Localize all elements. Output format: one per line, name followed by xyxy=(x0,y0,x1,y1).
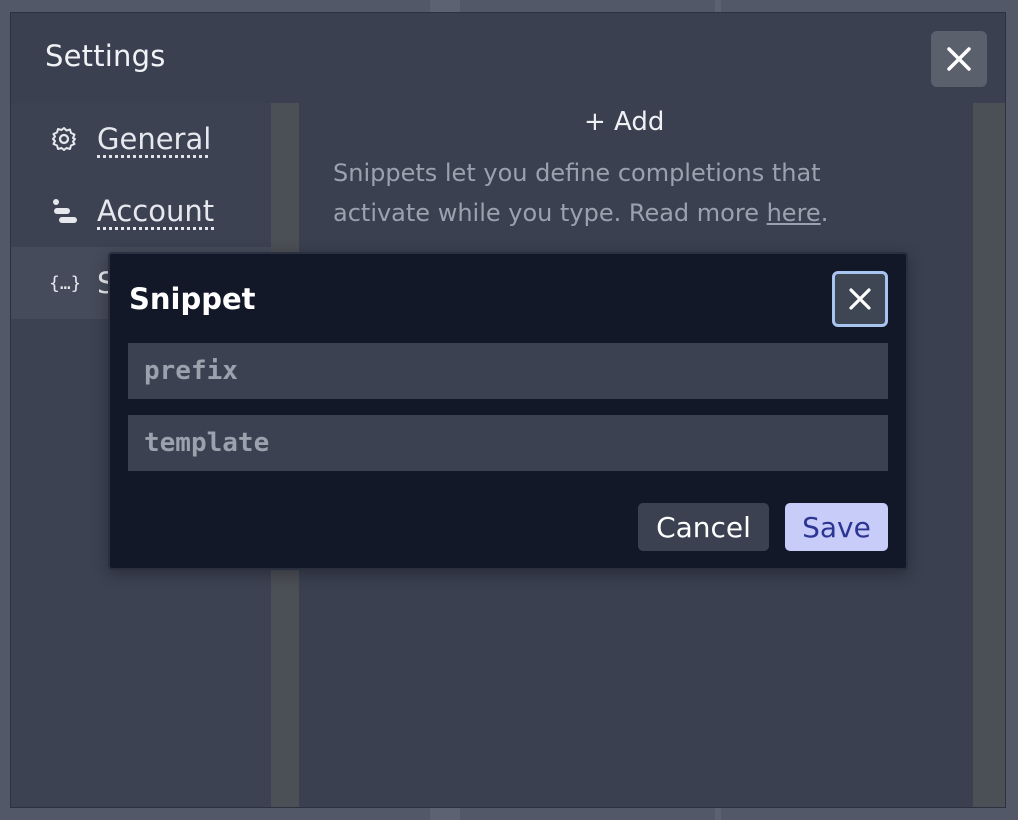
settings-header: Settings xyxy=(11,13,1005,103)
sidebar-item-label: General xyxy=(97,122,212,156)
gear-icon xyxy=(49,124,79,154)
settings-close-button[interactable] xyxy=(931,31,987,87)
close-icon xyxy=(947,47,971,71)
snippets-description: Snippets let you define completions that… xyxy=(333,153,893,233)
save-button[interactable]: Save xyxy=(785,503,888,551)
close-icon xyxy=(849,288,871,310)
sidebar-item-general[interactable]: General xyxy=(11,103,271,175)
snippets-icon: {…} xyxy=(49,268,79,298)
template-input[interactable] xyxy=(128,415,888,471)
description-text: Snippets let you define completions that… xyxy=(333,159,821,227)
sidebar-item-account[interactable]: Account xyxy=(11,175,271,247)
svg-text:{…}: {…} xyxy=(49,273,79,294)
main-scrollbar[interactable] xyxy=(973,103,1005,807)
description-period: . xyxy=(820,199,829,227)
snippet-dialog: Snippet Cancel Save xyxy=(108,252,908,570)
prefix-input[interactable] xyxy=(128,343,888,399)
read-more-link[interactable]: here xyxy=(767,199,821,227)
account-icon xyxy=(49,196,79,226)
sidebar-item-label: Account xyxy=(97,194,215,228)
add-snippet-button[interactable]: + Add xyxy=(584,107,664,137)
cancel-button[interactable]: Cancel xyxy=(638,503,769,551)
dialog-close-button[interactable] xyxy=(832,271,888,327)
dialog-title: Snippet xyxy=(129,282,256,316)
settings-title: Settings xyxy=(45,39,166,73)
